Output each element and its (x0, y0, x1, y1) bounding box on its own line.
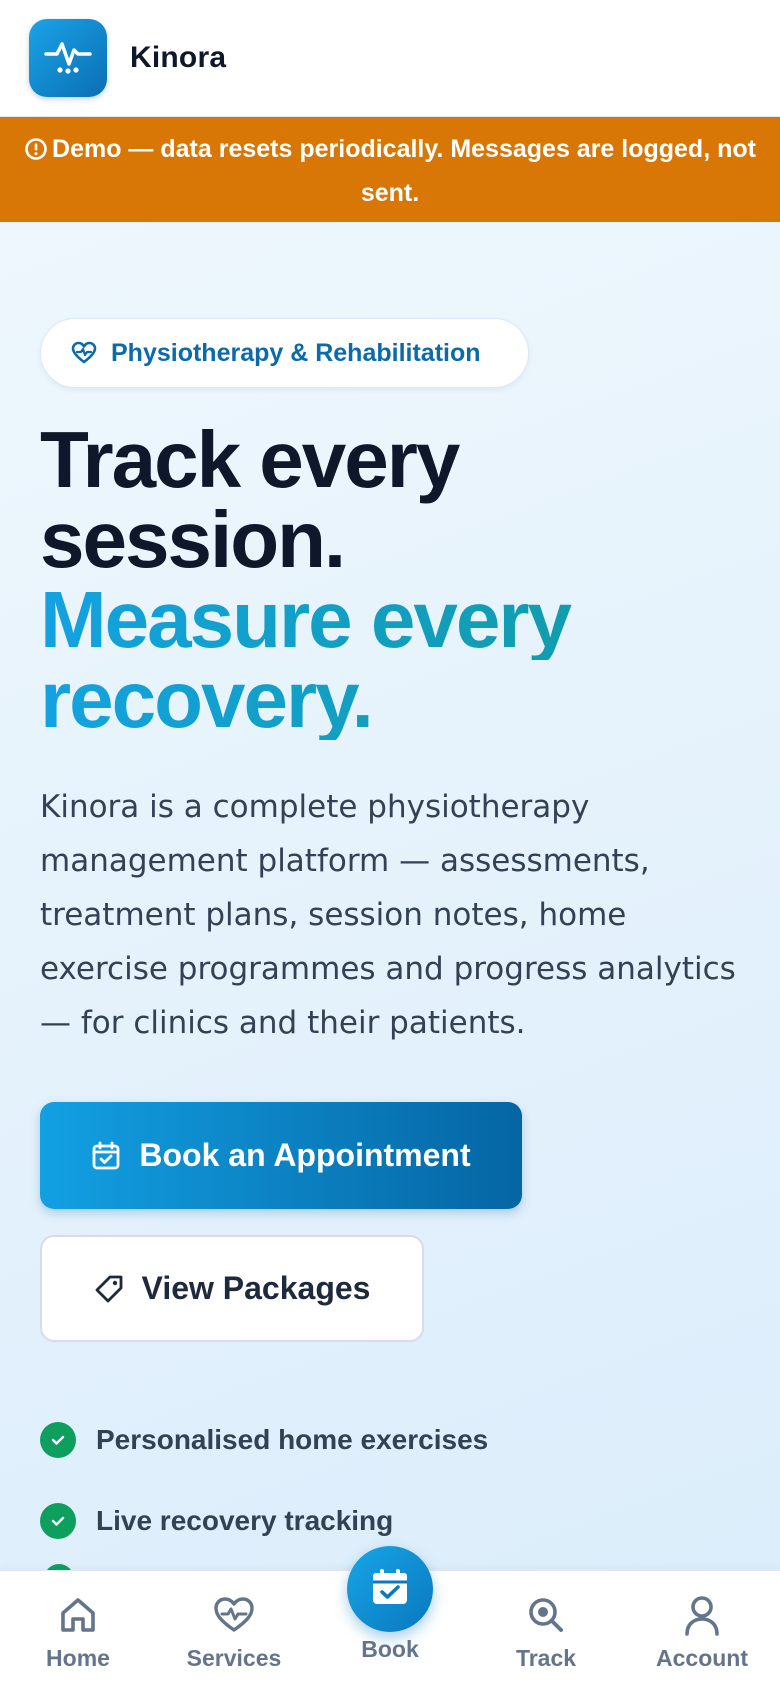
nav-account-label: Account (656, 1645, 748, 1671)
calendar-check-icon (91, 1141, 121, 1171)
hero-description: Kinora is a complete physiotherapy manag… (40, 789, 736, 1041)
check-icon (40, 1503, 76, 1539)
feature-item: Live recovery tracking (40, 1501, 393, 1541)
app-header: Kinora (0, 0, 780, 117)
search-icon (526, 1591, 566, 1639)
nav-services-label: Services (186, 1645, 282, 1671)
hero-headline: Track every session. Measure every recov… (40, 420, 760, 740)
headline-line-4: recovery. (40, 660, 760, 740)
home-icon (58, 1591, 98, 1639)
view-packages-label: View Packages (141, 1270, 371, 1306)
banner-text: Demo — data resets periodically. Message… (52, 135, 756, 207)
feature-label: Live recovery tracking (96, 1505, 394, 1536)
badge-label: Physiotherapy & Rehabilitation (111, 338, 481, 367)
brand-name[interactable]: Kinora (130, 41, 226, 75)
nav-services[interactable]: Services (156, 1571, 312, 1688)
heart-pulse-icon (71, 341, 97, 365)
info-icon (24, 133, 48, 173)
headline-line-3: Measure every (40, 580, 760, 660)
book-appointment-button[interactable]: Book an Appointment (40, 1102, 522, 1209)
check-icon (40, 1422, 76, 1458)
nav-track[interactable]: Track (468, 1571, 624, 1688)
heart-pulse-icon (213, 1591, 255, 1639)
nav-account[interactable]: Account (624, 1571, 780, 1688)
feature-item: Personalised home exercises (40, 1420, 488, 1460)
nav-book-label[interactable]: Book (312, 1636, 468, 1663)
hero-section: Physiotherapy & Rehabilitation Track eve… (0, 222, 780, 1578)
user-icon (682, 1591, 722, 1639)
pulse-icon[interactable] (29, 19, 107, 97)
nav-home-label: Home (46, 1645, 110, 1671)
calendar-check-icon (369, 1566, 411, 1613)
feature-label: Personalised home exercises (96, 1424, 489, 1455)
book-appointment-label: Book an Appointment (139, 1137, 471, 1173)
nav-track-label: Track (515, 1645, 577, 1671)
view-packages-button[interactable]: View Packages (40, 1235, 424, 1342)
nav-home[interactable]: Home (0, 1571, 156, 1688)
nav-book-button[interactable] (347, 1546, 433, 1632)
headline-line-1: Track every (40, 415, 460, 504)
demo-banner: Demo — data resets periodically. Message… (0, 117, 780, 222)
headline-line-2: session. (40, 495, 346, 584)
tag-icon (94, 1274, 124, 1304)
specialty-badge: Physiotherapy & Rehabilitation (40, 318, 529, 388)
